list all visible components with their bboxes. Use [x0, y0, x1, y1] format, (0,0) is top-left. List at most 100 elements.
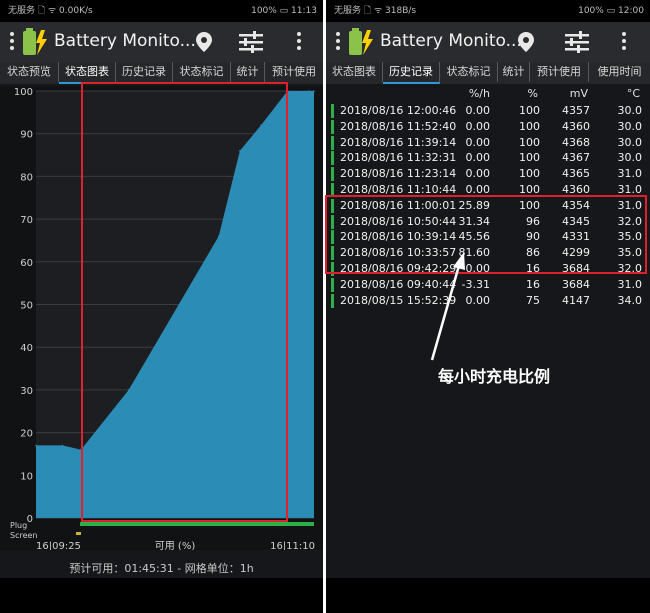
table-row[interactable]: 2018/08/16 11:39:14 0.00 100 4368 30.0: [326, 135, 650, 150]
row-percent: 16: [526, 277, 540, 291]
app-title: Battery Monito...: [380, 31, 522, 51]
row-mv: 4365: [562, 167, 590, 181]
col-percent: %: [527, 87, 538, 100]
row-rate: 0.00: [465, 119, 491, 133]
row-datetime: 2018/08/16 11:23:14: [340, 167, 457, 181]
overflow-menu-icon[interactable]: [622, 32, 626, 53]
plug-track-bar: [80, 522, 314, 526]
app-bar: Battery Monito...: [326, 22, 650, 62]
charging-marker: [331, 151, 334, 166]
charging-marker: [331, 119, 334, 134]
row-temp: 30.0: [617, 104, 643, 117]
tab-history[interactable]: 历史记录: [383, 62, 440, 84]
highlight-box-rows: [325, 195, 647, 274]
tab-bar: 状态图表 历史记录 状态标记 统计 预计使用 使用时间: [326, 62, 650, 84]
table-row[interactable]: 2018/08/16 09:40:44 -3.31 16 3684 31.0: [326, 277, 650, 292]
row-mv: 4147: [562, 293, 590, 307]
row-datetime: 2018/08/16 11:32:31: [340, 151, 457, 165]
row-temp: 31.0: [617, 167, 643, 181]
charging-marker: [331, 104, 334, 118]
y-tick-label: 0: [27, 514, 33, 525]
status-left: 无服务 🗋 ᯤ 0.00K/s: [8, 6, 93, 16]
y-tick-label: 20: [20, 429, 33, 440]
location-pin-icon[interactable]: [516, 31, 536, 53]
overflow-menu-icon[interactable]: [297, 32, 301, 53]
row-percent: 100: [519, 151, 540, 165]
tab-estimated-usage[interactable]: 预计使用: [530, 62, 589, 82]
charging-marker: [331, 167, 334, 182]
table-row[interactable]: 2018/08/16 11:52:40 0.00 100 4360 30.0: [326, 119, 650, 134]
nav-bar: [0, 578, 323, 613]
row-rate: 0.00: [465, 167, 491, 181]
data-point: [313, 90, 315, 92]
tab-status-marks[interactable]: 状态标记: [173, 62, 231, 82]
data-point: [35, 444, 37, 447]
annotation-text: 每小时充电比例: [438, 367, 551, 386]
col-temp: °C: [626, 87, 640, 100]
x-axis-label: 可用 (%): [155, 541, 196, 550]
status-right: 100% ▭ 12:00: [578, 6, 644, 16]
highlight-box-chart: [81, 82, 288, 522]
row-datetime: 2018/08/16 12:00:46: [340, 104, 457, 117]
tab-usage-time[interactable]: 使用时间: [589, 62, 650, 82]
row-percent: 100: [519, 104, 540, 117]
annotation-arrow: [430, 252, 465, 361]
y-tick-label: 60: [20, 258, 33, 269]
row-mv: 3684: [562, 277, 590, 291]
y-tick-label: 100: [14, 87, 33, 98]
row-percent: 100: [519, 135, 540, 149]
charging-marker: [331, 277, 334, 292]
screen-track-bar: [76, 532, 81, 535]
row-percent: 100: [519, 167, 540, 181]
tab-history[interactable]: 历史记录: [116, 62, 173, 82]
tab-status-chart[interactable]: 状态图表: [59, 62, 116, 84]
row-mv: 4368: [562, 135, 590, 149]
row-datetime: 2018/08/16 11:52:40: [340, 119, 457, 133]
settings-sliders-icon[interactable]: [238, 31, 264, 53]
status-bar: 无服务 🗋 ᯤ 0.00K/s 100% ▭ 11:13: [0, 0, 323, 22]
status-bar: 无服务 🗋 ᯤ 318B/s 100% ▭ 12:00: [326, 0, 650, 22]
table-row[interactable]: 2018/08/16 12:00:46 0.00 100 4357 30.0: [326, 103, 650, 118]
row-mv: 4367: [562, 151, 590, 165]
y-tick-label: 50: [20, 301, 33, 312]
charging-marker: [331, 135, 334, 150]
tab-estimated-usage[interactable]: 预计使用: [265, 62, 323, 82]
y-tick-label: 30: [20, 386, 33, 397]
estimate-footer: 预计可用：01:45:31 - 网格单位：1h: [69, 562, 254, 575]
location-pin-icon[interactable]: [194, 31, 214, 53]
nav-bar: [326, 578, 650, 613]
tab-status-overview[interactable]: 状态预览: [0, 62, 59, 82]
charging-marker: [331, 293, 334, 308]
row-datetime: 2018/08/16 11:39:14: [340, 135, 457, 149]
table-row[interactable]: 2018/08/15 15:52:39 0.00 75 4147 34.0: [326, 293, 650, 308]
tab-status-marks[interactable]: 状态标记: [440, 62, 498, 82]
y-tick-label: 70: [20, 215, 33, 226]
x-end-label: 16|11:10: [270, 541, 315, 550]
y-tick-label: 40: [20, 343, 33, 354]
row-percent: 75: [526, 293, 540, 307]
battery-app-icon: [349, 28, 373, 55]
settings-sliders-icon[interactable]: [564, 31, 590, 53]
row-rate: 0.00: [465, 151, 491, 165]
x-start-label: 16|09:25: [36, 541, 81, 550]
y-tick-label: 90: [20, 130, 33, 141]
app-bar: Battery Monito...: [0, 22, 323, 62]
y-tick-label: 80: [20, 172, 33, 183]
app-title: Battery Monito...: [54, 31, 196, 51]
drawer-menu-icon[interactable]: [10, 32, 14, 53]
table-row[interactable]: 2018/08/16 11:23:14 0.00 100 4365 31.0: [326, 166, 650, 182]
row-percent: 100: [519, 119, 540, 133]
tab-statistics[interactable]: 统计: [231, 62, 265, 82]
tab-status-chart[interactable]: 状态图表: [326, 62, 383, 82]
tab-statistics[interactable]: 统计: [498, 62, 530, 82]
status-right: 100% ▭ 11:13: [251, 6, 317, 16]
row-rate: 0.00: [465, 135, 491, 149]
right-phone-screen: 无服务 🗋 ᯤ 318B/s 100% ▭ 12:00 Battery Moni…: [326, 0, 650, 613]
drawer-menu-icon[interactable]: [336, 32, 340, 53]
row-mv: 4357: [562, 104, 590, 117]
table-row[interactable]: 2018/08/16 11:32:31 0.00 100 4367 30.0: [326, 150, 650, 166]
data-point: [61, 444, 64, 447]
status-left: 无服务 🗋 ᯤ 318B/s: [334, 6, 417, 16]
table-header: %/h % mV °C: [326, 86, 650, 102]
row-temp: 30.0: [617, 135, 643, 149]
